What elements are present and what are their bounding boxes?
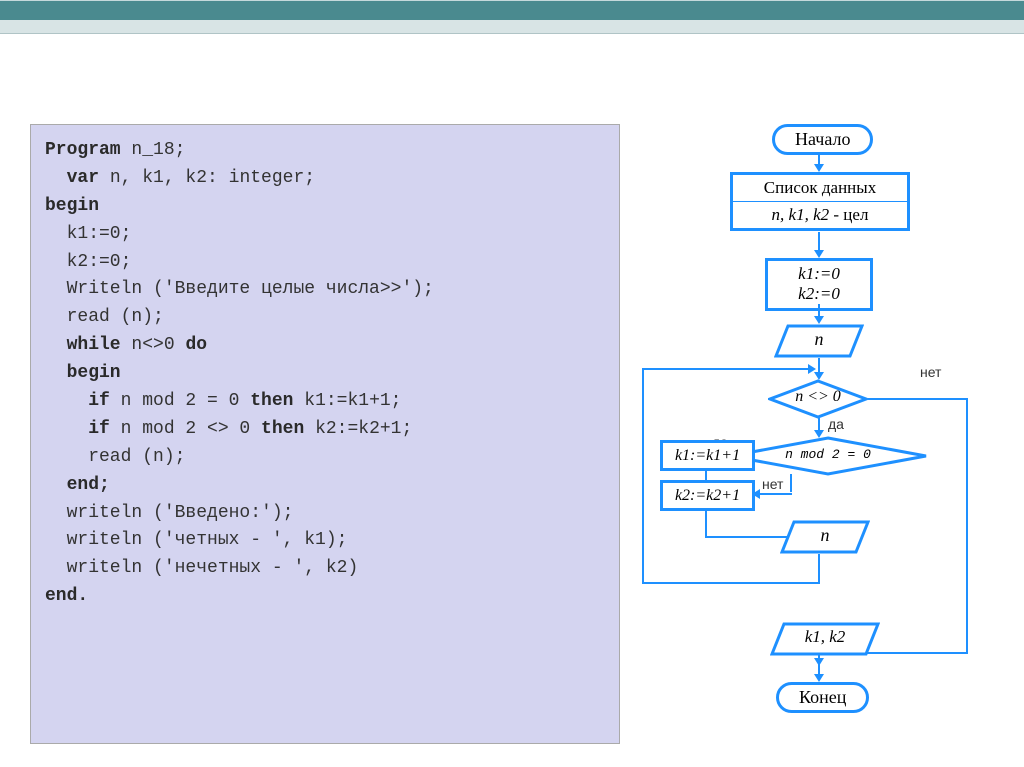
label-no1: нет [920,364,941,380]
slide-content: Program n_18; var n, k1, k2: integer; be… [0,34,1024,754]
code-l4: k1:=0; [45,221,605,249]
code-l6: Writeln ('Введите целые числа>>'); [45,276,605,304]
edge [642,582,820,584]
flow-input-n2: n [780,520,870,554]
kw-begin2: begin [45,363,121,383]
flow-init: k1:=0 k2:=0 [765,258,873,311]
kw-if2: if [45,419,110,439]
code-panel: Program n_18; var n, k1, k2: integer; be… [30,124,620,744]
code-l10d: k1:=k1+1; [293,391,401,411]
flow-assign2: k2:=k2+1 [660,480,755,511]
code-l10b: n mod 2 = 0 [110,391,250,411]
kw-end-inner: end; [45,475,110,495]
code-l14: writeln ('Введено:'); [45,500,605,528]
header-bar-2 [0,20,1024,34]
edge [790,474,792,492]
edge [818,554,820,584]
edge [758,493,792,495]
flow-end: Конец [776,682,869,713]
edge [818,656,820,676]
arrow-icon [808,364,816,374]
kw-if1: if [45,391,110,411]
arrow-icon [814,250,824,258]
edge [966,398,968,654]
flow-input-n-label: n [774,329,864,350]
kw-then2: then [261,419,304,439]
code-l15: writeln ('четных - ', k1); [45,527,605,555]
kw-do: do [185,335,207,355]
arrow-icon [814,164,824,172]
label-no2: нет [762,476,783,492]
flow-init1: k1:=0 [774,264,864,284]
header-bar [0,0,1024,20]
code-l7: read (n); [45,304,605,332]
code-l11d: k2:=k2+1; [304,419,412,439]
flow-cond1: n <> 0 [768,379,868,419]
kw-then1: then [250,391,293,411]
flow-datalist: Список данных [730,172,910,204]
kw-begin: begin [45,196,99,216]
flow-vars: n, k1, k2 [772,205,830,224]
edge [818,232,820,252]
flow-output-label: k1, k2 [770,627,880,647]
code-l5: k2:=0; [45,249,605,277]
flow-cond2-label: n mod 2 = 0 [728,447,928,462]
flow-cond1-label: n <> 0 [768,388,868,406]
flow-input-n: n [774,324,864,358]
label-yes1: да [828,416,844,432]
edge [705,508,707,538]
edge [642,368,810,370]
flow-vars-box: n, k1, k2 - цел [730,202,910,231]
code-l2: n, k1, k2: integer; [99,168,315,188]
arrow-icon [814,316,824,324]
flow-cond2: n mod 2 = 0 [728,436,928,476]
edge [868,398,968,400]
kw-var: var [45,168,99,188]
edge [705,468,707,480]
code-l16: writeln ('нечетных - ', k2) [45,555,605,583]
flow-input-n2-label: n [780,525,870,546]
flow-init2: k2:=0 [774,284,864,304]
kw-end: end. [45,586,88,606]
flow-output: k1, k2 [770,622,880,656]
flowchart: Начало Список данных n, k1, k2 - цел k1:… [650,124,990,744]
code-l1: n_18; [121,140,186,160]
code-l12: read (n); [45,444,605,472]
arrow-icon [814,674,824,682]
kw-while: while [45,335,121,355]
flow-start: Начало [772,124,873,155]
edge [642,368,644,584]
code-l8: n<>0 [121,335,186,355]
flow-vars-suffix: - цел [829,205,868,224]
code-l11b: n mod 2 <> 0 [110,419,261,439]
flow-assign1: k1:=k1+1 [660,440,755,471]
kw-program: Program [45,140,121,160]
